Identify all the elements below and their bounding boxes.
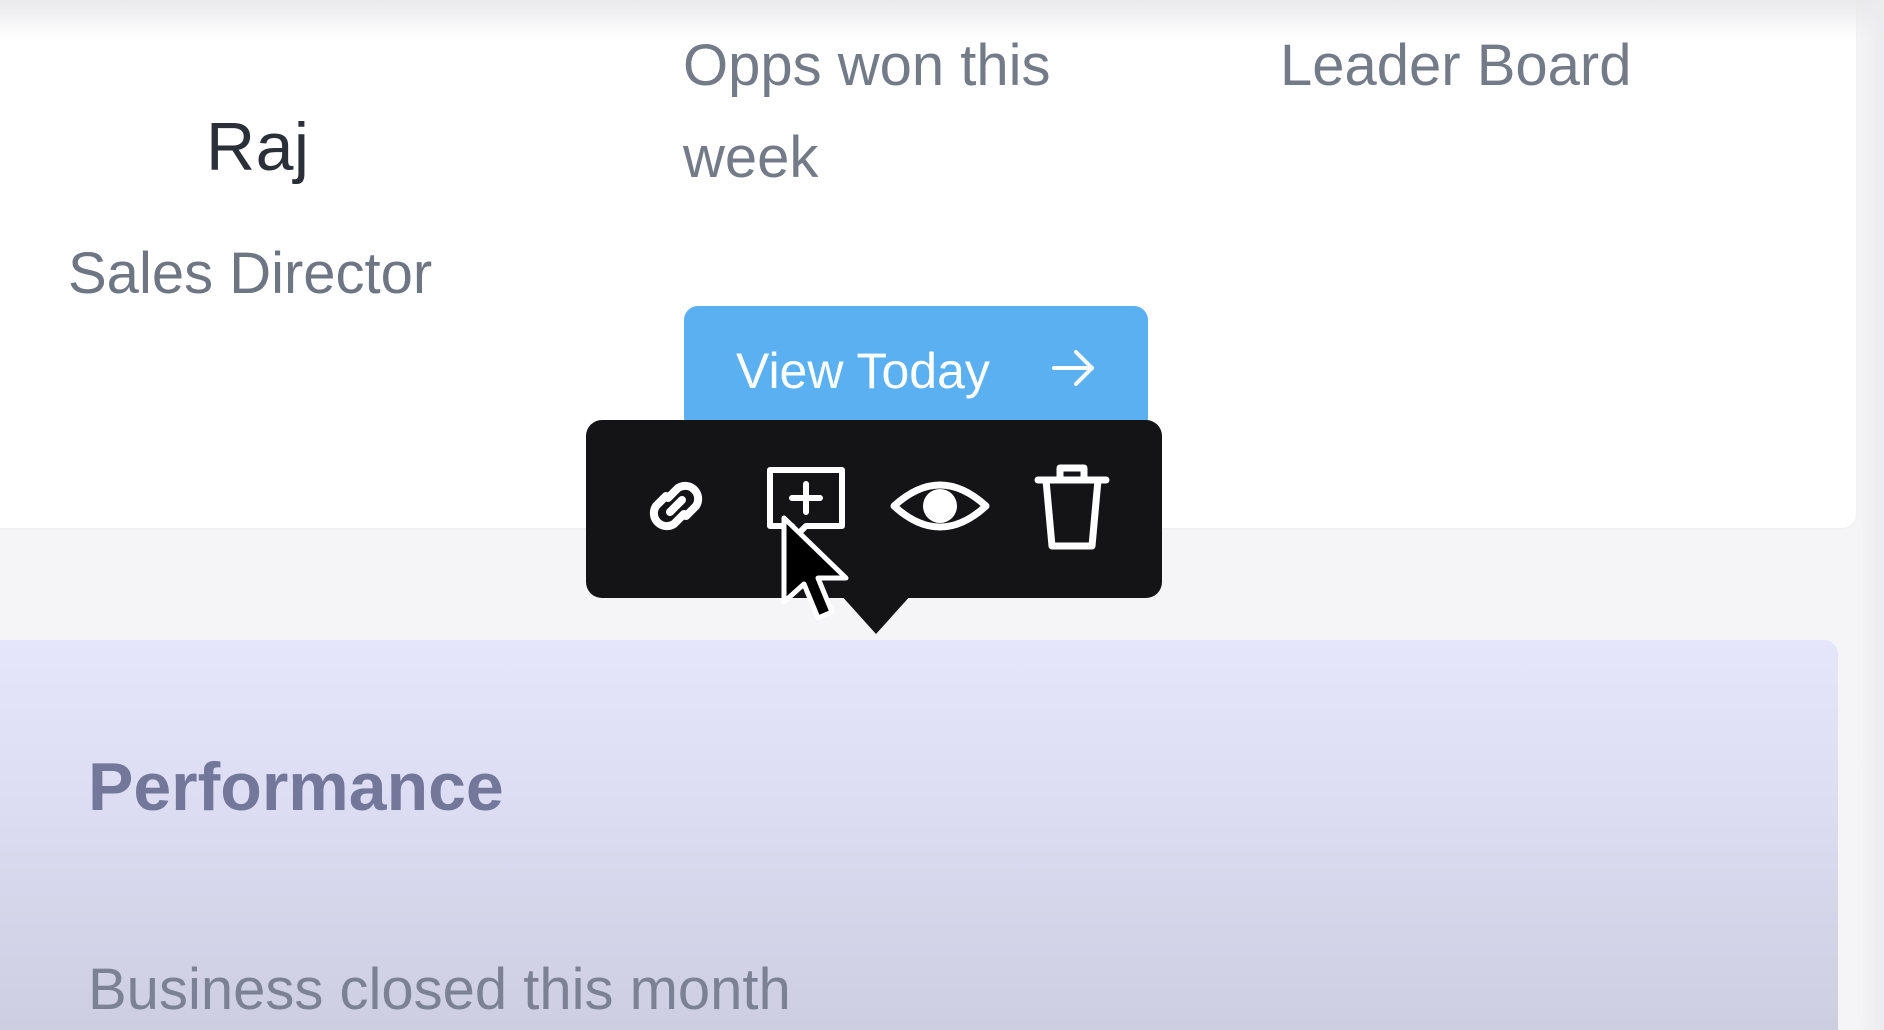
app-canvas: Raj Sales Director Opps won this week Le… bbox=[0, 0, 1884, 1030]
performance-subtitle: Business closed this month bbox=[88, 957, 791, 1022]
person-name: Raj bbox=[206, 109, 310, 185]
person-role: Sales Director bbox=[68, 241, 433, 306]
arrow-right-icon bbox=[1052, 350, 1094, 386]
link-icon[interactable] bbox=[626, 456, 726, 556]
opps-won-label-line2: week bbox=[683, 125, 819, 190]
top-edge-shadow bbox=[0, 0, 1884, 40]
view-today-button-label: View Today bbox=[736, 343, 990, 399]
right-edge-shadow bbox=[1856, 0, 1884, 1030]
mouse-cursor-icon bbox=[781, 515, 849, 621]
trash-icon[interactable] bbox=[1022, 456, 1122, 556]
performance-title: Performance bbox=[88, 749, 504, 825]
eye-icon[interactable] bbox=[890, 456, 990, 556]
opps-won-label: Opps won this week bbox=[683, 20, 1123, 204]
